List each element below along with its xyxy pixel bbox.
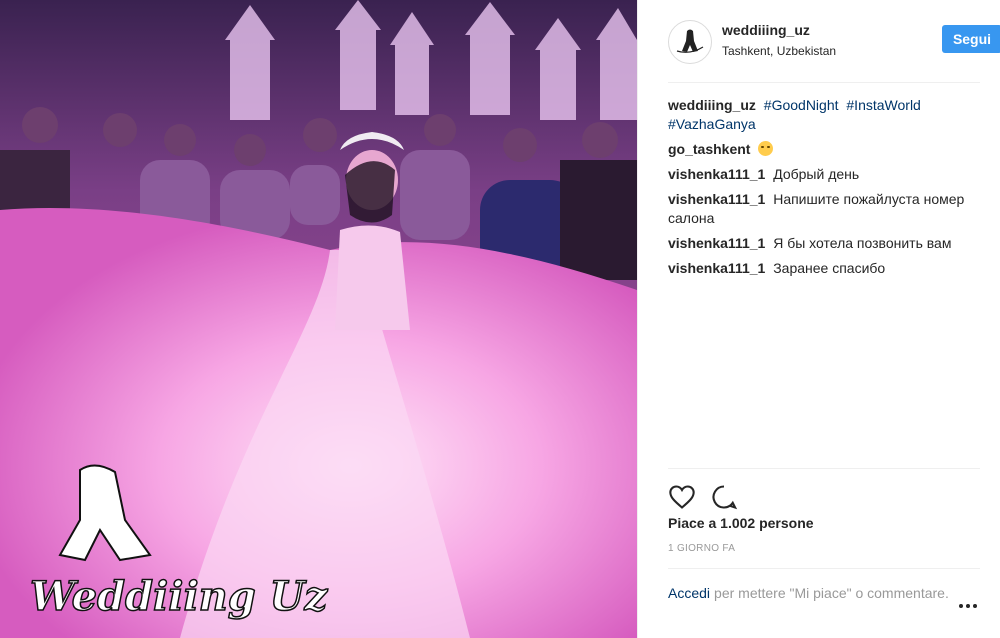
- heart-icon[interactable]: [668, 483, 696, 511]
- post-side-panel: weddiiing_uz Tashkent, Uzbekistan Segui …: [637, 0, 1000, 638]
- comment-item: vishenka111_1 Напишите пожайлуста номер …: [668, 190, 980, 228]
- follow-button[interactable]: Segui: [942, 25, 1000, 53]
- hashtag-link[interactable]: #VazhaGanya: [668, 116, 756, 132]
- comment-text: Добрый день: [773, 166, 860, 182]
- comment-username[interactable]: vishenka111_1: [668, 166, 765, 182]
- comment-text: Заранее спасибо: [773, 260, 886, 276]
- post-location[interactable]: Tashkent, Uzbekistan: [722, 44, 836, 58]
- post-timestamp[interactable]: 1 GIORNO FA: [668, 543, 735, 554]
- watermark-text: Weddiiing Uz: [30, 573, 328, 620]
- comment-username[interactable]: go_tashkent: [668, 141, 750, 157]
- comment-item: vishenka111_1 Добрый день: [668, 165, 980, 184]
- comments-list: weddiiing_uz #GoodNight #InstaWorld #Vaz…: [668, 96, 980, 284]
- likes-count[interactable]: Piace a 1.002 persone: [668, 515, 814, 531]
- comment-item: vishenka111_1 Я бы хотела позвонить вам: [668, 234, 980, 253]
- avatar[interactable]: [668, 20, 712, 64]
- comment-text: Я бы хотела позвонить вам: [773, 235, 952, 251]
- comment-username[interactable]: vishenka111_1: [668, 235, 765, 251]
- smiling-emoji-icon: [758, 141, 774, 156]
- comment-bubble-icon[interactable]: [710, 483, 738, 511]
- wedding-logo-icon: [676, 29, 704, 53]
- post-username[interactable]: weddiiing_uz: [722, 22, 810, 38]
- caption: weddiiing_uz #GoodNight #InstaWorld #Vaz…: [668, 96, 980, 134]
- login-prompt-text: per mettere "Mi piace" o commentare.: [714, 585, 949, 601]
- hashtag-link[interactable]: #InstaWorld: [846, 97, 920, 113]
- login-prompt: Accedi per mettere "Mi piace" o commentar…: [668, 568, 980, 603]
- caption-username[interactable]: weddiiing_uz: [668, 97, 756, 113]
- post-header: weddiiing_uz Tashkent, Uzbekistan Segui: [668, 18, 1000, 83]
- more-options-icon[interactable]: [958, 598, 978, 614]
- comment-item: vishenka111_1 Заранее спасибо: [668, 259, 980, 278]
- post-actions: [668, 468, 980, 519]
- hashtag-link[interactable]: #GoodNight: [764, 97, 839, 113]
- post-photo[interactable]: Weddiiing Uz: [0, 0, 637, 638]
- login-link[interactable]: Accedi: [668, 585, 710, 601]
- wedding-photo-image: Weddiiing Uz: [0, 0, 637, 638]
- comment-username[interactable]: vishenka111_1: [668, 260, 765, 276]
- comment-item: go_tashkent: [668, 140, 980, 159]
- comment-username[interactable]: vishenka111_1: [668, 191, 765, 207]
